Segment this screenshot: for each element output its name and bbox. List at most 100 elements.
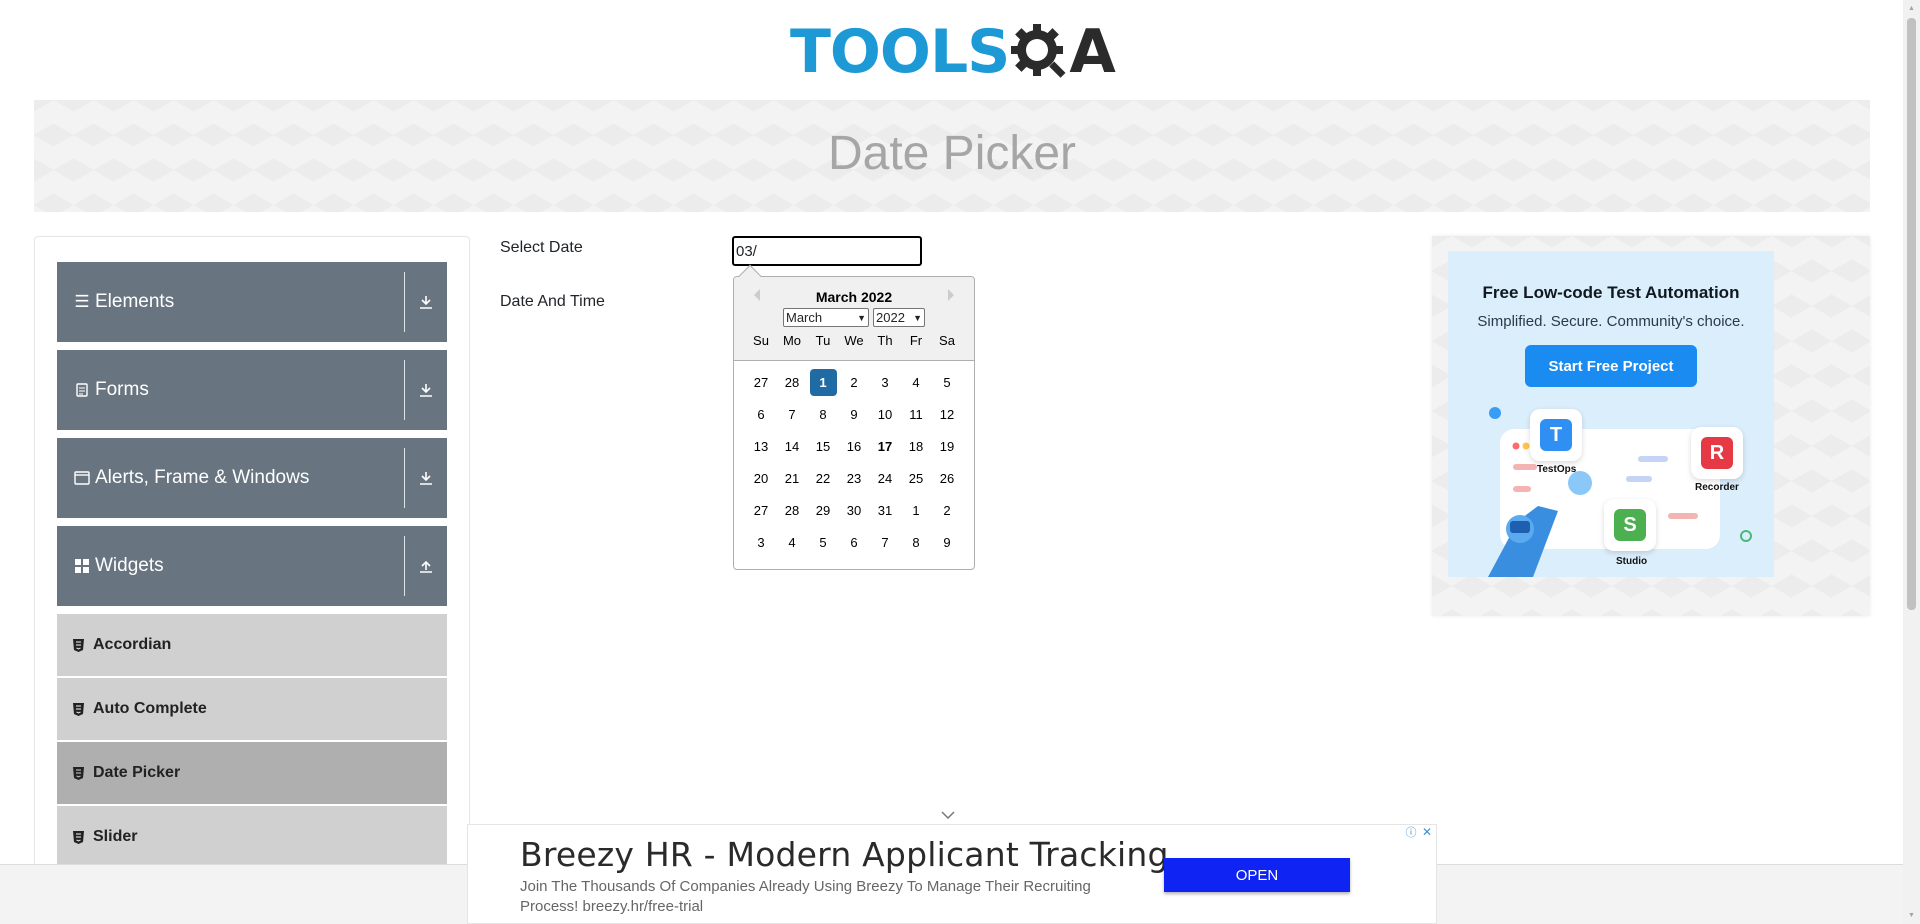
previous-month-icon[interactable]: [748, 289, 760, 301]
day-cell[interactable]: 5: [810, 529, 837, 556]
day-cell[interactable]: 5: [934, 369, 961, 396]
day-cell[interactable]: 14: [779, 433, 806, 460]
html5-icon: [71, 702, 85, 716]
page-title: Date Picker: [827, 127, 1077, 180]
day-cell[interactable]: 27: [748, 497, 775, 524]
sidebar-item-label: Date Picker: [93, 764, 181, 781]
close-icon[interactable]: ✕: [1420, 825, 1434, 839]
download-arrow-icon: [415, 438, 437, 518]
day-cell[interactable]: 6: [748, 401, 775, 428]
day-cell[interactable]: 1: [903, 497, 930, 524]
ad-open-button[interactable]: OPEN: [1164, 858, 1350, 892]
date-and-time-label: Date And Time: [500, 293, 605, 310]
sidebar-item-auto-complete[interactable]: Auto Complete: [57, 678, 447, 740]
sidebar-item-label: Accordian: [93, 636, 172, 653]
download-arrow-icon: [415, 350, 437, 430]
window-icon: [73, 471, 91, 485]
day-cell[interactable]: 16: [841, 433, 868, 460]
weekday-label: We: [844, 333, 864, 348]
hamburger-icon: ☰: [74, 292, 90, 311]
day-cell[interactable]: 8: [810, 401, 837, 428]
day-cell[interactable]: 24: [872, 465, 899, 492]
month-select-value: March: [786, 310, 823, 325]
start-free-project-button[interactable]: Start Free Project: [1525, 345, 1697, 387]
current-month-label: March 2022: [815, 289, 893, 305]
day-cell[interactable]: 6: [841, 529, 868, 556]
day-cell[interactable]: 22: [810, 465, 837, 492]
ad-card[interactable]: Free Low-code Test Automation Simplified…: [1448, 251, 1774, 577]
week-row: 20 21 22 23 24 25 26: [740, 465, 968, 492]
date-picker-input[interactable]: [732, 236, 922, 266]
day-cell[interactable]: 9: [934, 529, 961, 556]
scrollbar-thumb[interactable]: [1907, 18, 1916, 610]
sidebar-item-date-picker[interactable]: Date Picker: [57, 742, 447, 804]
html5-icon: [71, 766, 85, 780]
toolsqa-logo[interactable]: TOOLS A: [790, 14, 1116, 90]
day-cell-selected[interactable]: 1: [809, 369, 837, 396]
day-cell[interactable]: 25: [903, 465, 930, 492]
day-cell[interactable]: 7: [872, 529, 899, 556]
ad-subtitle: Simplified. Secure. Community's choice.: [1477, 313, 1745, 330]
day-cell[interactable]: 27: [748, 369, 775, 396]
day-cell[interactable]: 28: [779, 497, 806, 524]
breezy-ad-banner[interactable]: Breezy HR - Modern Applicant Tracking Jo…: [467, 824, 1437, 924]
katalon-ad[interactable]: Free Low-code Test Automation Simplified…: [1432, 236, 1870, 616]
week-row: 27 28 29 30 31 1 2: [740, 497, 968, 524]
day-cell[interactable]: 31: [872, 497, 899, 524]
scroll-down-icon[interactable]: ▼: [1903, 907, 1920, 924]
day-cell[interactable]: 13: [748, 433, 775, 460]
scrollbar[interactable]: ▲ ▼: [1903, 0, 1920, 924]
studio-app-icon: S: [1604, 499, 1656, 551]
day-cell[interactable]: 20: [748, 465, 775, 492]
ad-headline[interactable]: Breezy HR - Modern Applicant Tracking: [520, 835, 1169, 874]
grid-icon: [73, 559, 91, 573]
sidebar-item-accordian[interactable]: Accordian: [57, 614, 447, 676]
day-cell[interactable]: 10: [872, 401, 899, 428]
sidebar-group-widgets[interactable]: Widgets: [57, 526, 447, 606]
sidebar: ☰ Elements Forms Alerts, Frame & Windows: [34, 236, 470, 924]
day-cell[interactable]: 12: [934, 401, 961, 428]
day-cell[interactable]: 26: [934, 465, 961, 492]
chevron-down-icon: ▼: [857, 312, 866, 323]
day-cell[interactable]: 23: [841, 465, 868, 492]
day-cell[interactable]: 19: [934, 433, 961, 460]
next-month-icon[interactable]: [948, 289, 960, 301]
weekday-label: Mo: [782, 333, 802, 348]
html5-icon: [71, 638, 85, 652]
testops-app-icon: T: [1530, 409, 1582, 461]
weekday-label: Fr: [909, 333, 923, 348]
studio-label: Studio: [1616, 556, 1648, 567]
logo-text: TOOLS: [790, 17, 1010, 87]
day-cell[interactable]: 2: [934, 497, 961, 524]
page-banner: Date Picker: [34, 100, 1870, 212]
day-cell[interactable]: 4: [903, 369, 930, 396]
info-icon[interactable]: ⓘ: [1404, 825, 1418, 839]
day-cell[interactable]: 30: [841, 497, 868, 524]
sidebar-group-alerts[interactable]: Alerts, Frame & Windows: [57, 438, 447, 518]
day-cell[interactable]: 29: [810, 497, 837, 524]
day-cell[interactable]: 28: [779, 369, 806, 396]
datepicker-days: 27 28 1 2 3 4 5 6 7 8 9 10 11 12 13 14 1…: [734, 361, 974, 556]
day-cell[interactable]: 9: [841, 401, 868, 428]
day-cell[interactable]: 2: [841, 369, 868, 396]
sidebar-group-label: Forms: [95, 379, 149, 400]
day-cell[interactable]: 21: [779, 465, 806, 492]
month-select[interactable]: March ▼: [783, 308, 869, 327]
day-cell[interactable]: 4: [779, 529, 806, 556]
day-cell[interactable]: 18: [903, 433, 930, 460]
chevron-down-icon[interactable]: [941, 806, 955, 822]
weekday-header: Su Mo Tu We Th Fr Sa: [734, 333, 974, 348]
day-cell[interactable]: 11: [903, 401, 930, 428]
day-cell[interactable]: 7: [779, 401, 806, 428]
day-cell[interactable]: 3: [872, 369, 899, 396]
day-cell[interactable]: 3: [748, 529, 775, 556]
day-cell[interactable]: 15: [810, 433, 837, 460]
sidebar-group-elements[interactable]: ☰ Elements: [57, 262, 447, 342]
scroll-up-icon[interactable]: ▲: [1903, 0, 1920, 17]
weekday-label: Tu: [815, 333, 831, 348]
day-cell-today[interactable]: 17: [872, 433, 899, 460]
year-select[interactable]: 2022 ▼: [873, 308, 925, 327]
day-cell[interactable]: 8: [903, 529, 930, 556]
sidebar-group-forms[interactable]: Forms: [57, 350, 447, 430]
sidebar-item-slider[interactable]: Slider: [57, 806, 447, 868]
